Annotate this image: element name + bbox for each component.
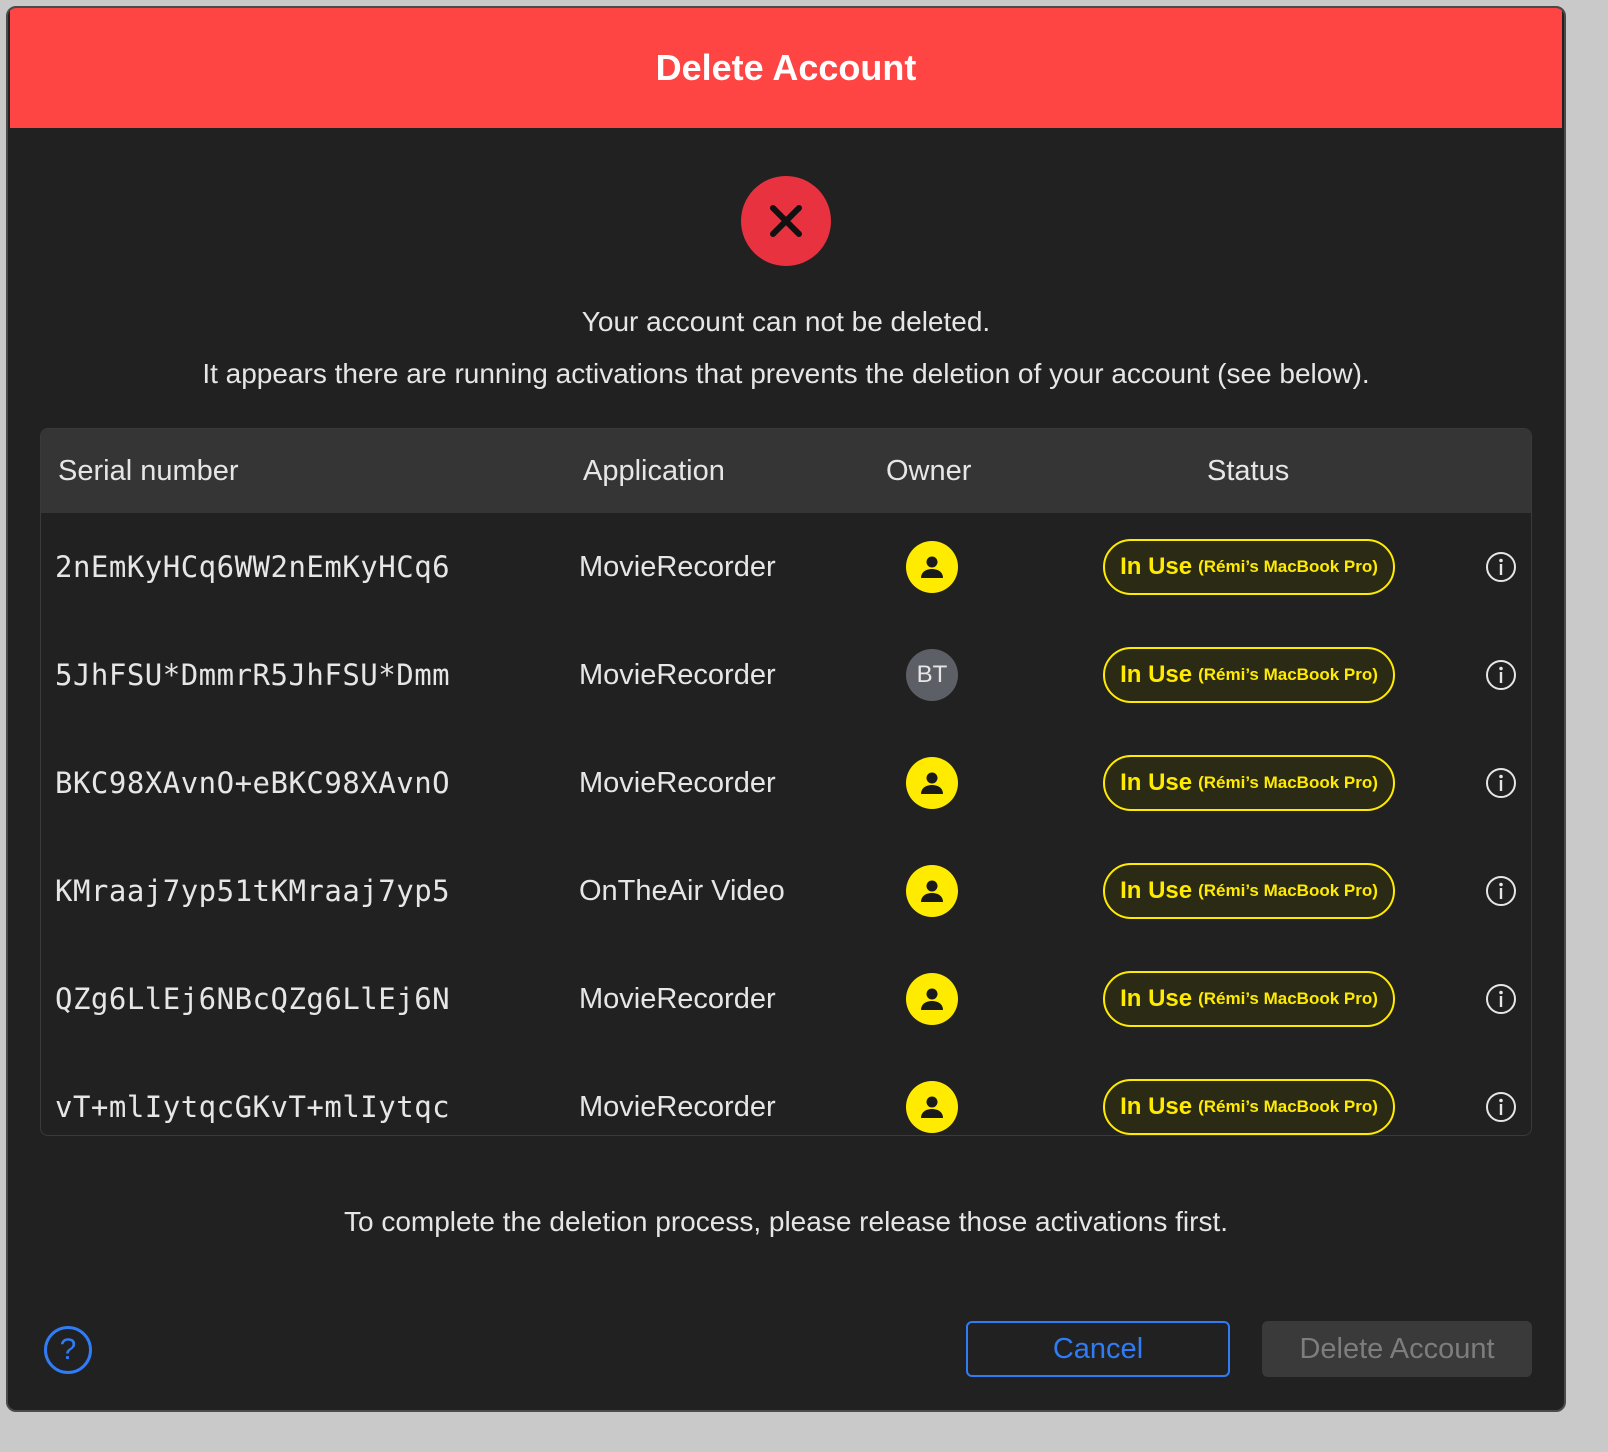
status-detail: (Rémi’s MacBook Pro) — [1198, 881, 1378, 900]
serial-number: QZg6LlEj6NBcQZg6LlEj6N — [55, 982, 451, 1016]
status-detail: (Rémi’s MacBook Pro) — [1198, 1097, 1378, 1116]
info-cell — [1485, 729, 1517, 837]
delete-account-button[interactable]: Delete Account — [1262, 1321, 1532, 1377]
status-badge: In Use (Rémi’s MacBook Pro) — [1103, 539, 1395, 595]
table-row: vT+mlIytqcGKvT+mlIytqc MovieRecorder In … — [41, 1053, 1531, 1135]
header-status: Status — [1207, 455, 1290, 487]
status-label: In Use — [1120, 1093, 1193, 1120]
person-icon — [906, 1081, 958, 1133]
info-icon[interactable] — [1485, 875, 1517, 907]
owner-cell — [906, 1053, 958, 1135]
table-header: Serial number Application Owner Status — [41, 429, 1531, 513]
status-detail: (Rémi’s MacBook Pro) — [1198, 557, 1378, 576]
owner-avatar: BT — [906, 649, 958, 701]
owner-cell: BT — [906, 621, 958, 729]
status-label: In Use — [1120, 769, 1193, 796]
person-icon — [906, 865, 958, 917]
error-explanation: It appears there are running activations… — [202, 358, 1370, 389]
serial-number: 2nEmKyHCq6WW2nEmKyHCq6 — [55, 550, 451, 584]
application-name: MovieRecorder — [579, 766, 776, 799]
status-label: In Use — [1120, 553, 1193, 580]
cancel-button[interactable]: Cancel — [966, 1321, 1230, 1377]
info-cell — [1485, 837, 1517, 945]
delete-account-dialog: Delete Account Your account can not be d… — [6, 6, 1566, 1412]
status-detail: (Rémi’s MacBook Pro) — [1198, 989, 1378, 1008]
serial-number: vT+mlIytqcGKvT+mlIytqc — [55, 1090, 451, 1124]
application-name: MovieRecorder — [579, 982, 776, 1015]
footer-message: To complete the deletion process, please… — [343, 1206, 1229, 1237]
owner-cell — [906, 729, 958, 837]
owner-cell — [906, 945, 958, 1053]
status-label: In Use — [1120, 877, 1193, 904]
status-cell: In Use (Rémi’s MacBook Pro) — [1103, 513, 1395, 621]
owner-cell — [906, 513, 958, 621]
info-cell — [1485, 621, 1517, 729]
status-cell: In Use (Rémi’s MacBook Pro) — [1103, 1053, 1395, 1135]
header-owner: Owner — [886, 455, 972, 487]
status-badge: In Use (Rémi’s MacBook Pro) — [1103, 863, 1395, 919]
status-badge: In Use (Rémi’s MacBook Pro) — [1103, 1079, 1395, 1135]
person-icon — [906, 757, 958, 809]
info-cell — [1485, 1053, 1517, 1135]
application-name: OnTheAir Video — [579, 874, 785, 907]
status-detail: (Rémi’s MacBook Pro) — [1198, 665, 1378, 684]
owner-cell — [906, 837, 958, 945]
table-row: 2nEmKyHCq6WW2nEmKyHCq6 MovieRecorder In … — [41, 513, 1531, 621]
application-name: MovieRecorder — [579, 550, 776, 583]
person-icon — [906, 973, 958, 1025]
application-name: MovieRecorder — [579, 1090, 776, 1123]
serial-number: 5JhFSU*DmmrR5JhFSU*Dmm — [55, 658, 451, 692]
application-name: MovieRecorder — [579, 658, 776, 691]
header-application: Application — [583, 455, 725, 487]
info-cell — [1485, 513, 1517, 621]
serial-number: BKC98XAvnO+eBKC98XAvnO — [55, 766, 451, 800]
status-label: In Use — [1120, 661, 1193, 688]
serial-number: KMraaj7yp51tKMraaj7yp5 — [55, 874, 451, 908]
status-badge: In Use (Rémi’s MacBook Pro) — [1103, 755, 1395, 811]
help-button[interactable]: ? — [44, 1326, 92, 1374]
title-bar: Delete Account — [10, 8, 1562, 128]
status-cell: In Use (Rémi’s MacBook Pro) — [1103, 945, 1395, 1053]
header-serial-number: Serial number — [58, 455, 239, 487]
info-cell — [1485, 945, 1517, 1053]
table-row: BKC98XAvnO+eBKC98XAvnO MovieRecorder In … — [41, 729, 1531, 837]
person-icon — [906, 541, 958, 593]
error-message: Your account can not be deleted. — [581, 306, 991, 337]
status-badge: In Use (Rémi’s MacBook Pro) — [1103, 647, 1395, 703]
info-icon[interactable] — [1485, 983, 1517, 1015]
status-label: In Use — [1120, 985, 1193, 1012]
status-detail: (Rémi’s MacBook Pro) — [1198, 773, 1378, 792]
table-row: QZg6LlEj6NBcQZg6LlEj6N MovieRecorder In … — [41, 945, 1531, 1053]
info-icon[interactable] — [1485, 767, 1517, 799]
dialog-title: Delete Account — [655, 47, 917, 88]
activations-table: Serial number Application Owner Status 2… — [40, 428, 1532, 1136]
info-icon[interactable] — [1485, 659, 1517, 691]
status-cell: In Use (Rémi’s MacBook Pro) — [1103, 729, 1395, 837]
status-cell: In Use (Rémi’s MacBook Pro) — [1103, 837, 1395, 945]
status-cell: In Use (Rémi’s MacBook Pro) — [1103, 621, 1395, 729]
error-x-icon — [741, 176, 831, 266]
table-row: 5JhFSU*DmmrR5JhFSU*Dmm MovieRecorder BT … — [41, 621, 1531, 729]
info-icon[interactable] — [1485, 1091, 1517, 1123]
table-row: KMraaj7yp51tKMraaj7yp5 OnTheAir Video In… — [41, 837, 1531, 945]
info-icon[interactable] — [1485, 551, 1517, 583]
status-badge: In Use (Rémi’s MacBook Pro) — [1103, 971, 1395, 1027]
